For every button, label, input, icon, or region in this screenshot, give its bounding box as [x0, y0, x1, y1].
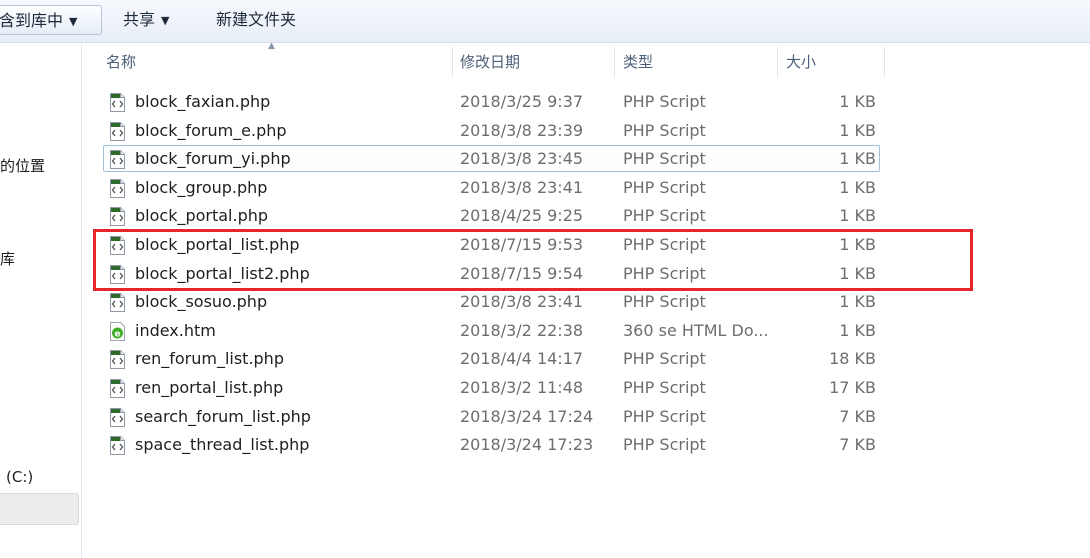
file-name: space_thread_list.php [135, 435, 310, 454]
file-type: PHP Script [623, 435, 706, 454]
file-type: PHP Script [623, 407, 706, 426]
include-in-library-button[interactable]: 含到库中 ▼ [0, 5, 102, 35]
sort-ascending-icon: ▲ [268, 41, 275, 51]
file-type: PHP Script [623, 206, 706, 225]
html-file-icon: e [110, 322, 125, 341]
file-name: block_group.php [135, 178, 268, 197]
file-modified-date: 2018/4/25 9:25 [460, 206, 584, 225]
php-file-icon [110, 408, 125, 427]
php-file-icon [110, 436, 125, 455]
php-file-icon [110, 179, 125, 198]
file-name: block_sosuo.php [135, 292, 268, 311]
column-separator[interactable] [614, 47, 615, 77]
file-type: 360 se HTML Do... [623, 321, 769, 340]
file-size: 18 KB [829, 349, 876, 368]
column-header-type[interactable]: 类型 [617, 43, 777, 81]
file-name: block_portal.php [135, 206, 269, 225]
file-type: PHP Script [623, 292, 706, 311]
file-modified-date: 2018/3/25 9:37 [460, 92, 584, 111]
file-modified-date: 2018/3/8 23:39 [460, 121, 584, 140]
file-row[interactable]: e index.htm 2018/3/2 22:38 360 se HTML Do..… [103, 317, 880, 344]
chevron-down-icon: ▼ [161, 14, 170, 27]
highlight-box [93, 229, 973, 291]
file-modified-date: 2018/3/8 23:45 [460, 149, 584, 168]
file-row[interactable]: block_forum_yi.php 2018/3/8 23:45 PHP Scri… [103, 145, 880, 172]
file-size: 1 KB [839, 292, 876, 311]
column-header-size[interactable]: 大小 [780, 43, 884, 81]
file-size: 7 KB [839, 435, 876, 454]
file-row[interactable]: ren_portal_list.php 2018/3/2 11:48 PHP Scr… [103, 374, 880, 401]
column-separator[interactable] [884, 47, 885, 77]
nav-item-library[interactable]: 库 [0, 248, 15, 269]
file-size: 1 KB [839, 178, 876, 197]
column-header-name[interactable]: 名称 [100, 43, 452, 81]
file-name: block_faxian.php [135, 92, 271, 111]
column-header-date[interactable]: 修改日期 [454, 43, 614, 81]
file-row[interactable]: ren_forum_list.php 2018/4/4 14:17 PHP Scri… [103, 345, 880, 372]
file-name: index.htm [135, 321, 216, 340]
new-folder-label: 新建文件夹 [216, 10, 297, 29]
chevron-down-icon: ▼ [69, 15, 78, 28]
file-size: 1 KB [839, 321, 876, 340]
file-name: ren_forum_list.php [135, 349, 284, 368]
php-file-icon [110, 293, 125, 312]
file-modified-date: 2018/3/24 17:24 [460, 407, 594, 426]
nav-item-label: 的位置 [0, 157, 46, 175]
php-file-icon [110, 122, 125, 141]
column-header-size-label: 大小 [786, 53, 817, 71]
nav-selected-item[interactable] [0, 493, 79, 525]
php-file-icon [110, 93, 125, 112]
file-size: 1 KB [839, 92, 876, 111]
php-file-icon [110, 350, 125, 369]
file-type: PHP Script [623, 92, 706, 111]
column-header-type-label: 类型 [623, 53, 654, 71]
nav-item-label: (C:) [6, 468, 34, 486]
file-size: 17 KB [829, 378, 876, 397]
file-type: PHP Script [623, 349, 706, 368]
file-type: PHP Script [623, 378, 706, 397]
column-header-bar: 名称 修改日期 类型 大小 [0, 43, 1090, 81]
share-button[interactable]: 共享 ▼ [113, 5, 179, 35]
file-row[interactable]: block_faxian.php 2018/3/25 9:37 PHP Script… [103, 88, 880, 115]
file-row[interactable]: block_group.php 2018/3/8 23:41 PHP Script 1… [103, 174, 880, 201]
file-modified-date: 2018/3/2 22:38 [460, 321, 584, 340]
file-modified-date: 2018/3/8 23:41 [460, 178, 584, 197]
file-type: PHP Script [623, 178, 706, 197]
nav-item-locations[interactable]: 的位置 [0, 155, 45, 176]
column-separator[interactable] [777, 47, 778, 77]
nav-item-drive-c[interactable]: (C:) [6, 468, 33, 486]
file-size: 1 KB [839, 121, 876, 140]
file-modified-date: 2018/3/24 17:23 [460, 435, 594, 454]
php-file-icon [110, 150, 125, 169]
file-row[interactable]: search_forum_list.php 2018/3/24 17:24 PHP … [103, 403, 880, 430]
navigation-pane: 的位置 库 (C:) [0, 43, 82, 558]
file-row[interactable]: space_thread_list.php 2018/3/24 17:23 PHP … [103, 431, 880, 458]
file-size: 7 KB [839, 407, 876, 426]
file-name: ren_portal_list.php [135, 378, 284, 397]
file-row[interactable]: block_forum_e.php 2018/3/8 23:39 PHP Scrip… [103, 117, 880, 144]
file-row[interactable]: block_portal.php 2018/4/25 9:25 PHP Script… [103, 202, 880, 229]
column-header-name-label: 名称 [106, 53, 137, 71]
php-file-icon [110, 379, 125, 398]
new-folder-button[interactable]: 新建文件夹 [206, 5, 306, 35]
file-modified-date: 2018/3/2 11:48 [460, 378, 584, 397]
file-name: block_forum_yi.php [135, 149, 291, 168]
file-type: PHP Script [623, 121, 706, 140]
column-header-date-label: 修改日期 [460, 53, 521, 71]
php-file-icon [110, 207, 125, 226]
file-size: 1 KB [839, 149, 876, 168]
svg-text:e: e [114, 330, 120, 340]
file-modified-date: 2018/3/8 23:41 [460, 292, 584, 311]
file-type: PHP Script [623, 149, 706, 168]
file-size: 1 KB [839, 206, 876, 225]
column-separator[interactable] [452, 47, 453, 77]
include-in-library-label: 含到库中 [0, 11, 64, 30]
nav-item-label: 库 [0, 250, 16, 268]
file-row[interactable]: block_sosuo.php 2018/3/8 23:41 PHP Script 1… [103, 288, 880, 315]
file-name: block_forum_e.php [135, 121, 287, 140]
command-bar: 含到库中 ▼ 共享 ▼ 新建文件夹 [0, 0, 1090, 43]
share-label: 共享 [123, 10, 156, 29]
file-modified-date: 2018/4/4 14:17 [460, 349, 584, 368]
file-name: search_forum_list.php [135, 407, 311, 426]
